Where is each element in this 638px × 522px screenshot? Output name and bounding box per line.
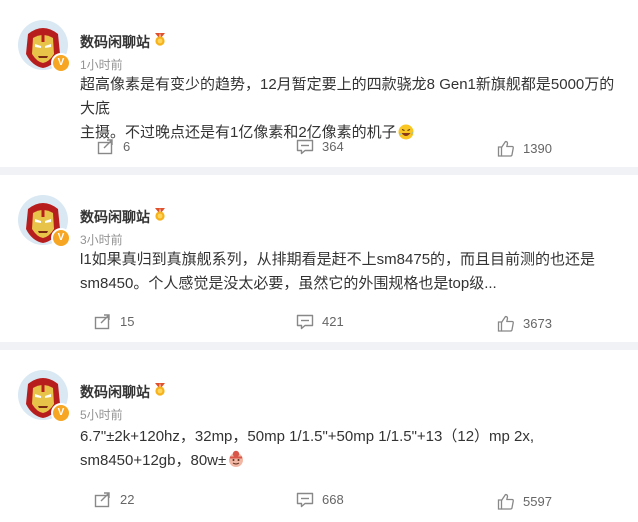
medal-icon [155, 33, 165, 46]
content-line: 6.7"±2k+120hz，32mp，50mp 1/1.5"+50mp 1/1.… [80, 428, 535, 445]
verified-badge-icon: V [51, 403, 71, 423]
post-content: 6.7"±2k+120hz，32mp，50mp 1/1.5"+50mp 1/1.… [80, 425, 620, 473]
share-button[interactable]: 15 [94, 313, 134, 330]
post-time[interactable]: 3小时前 [80, 231, 123, 248]
post-card: V 数码闲聊站 3小时前 l1如果真归到真旗舰系列，从排期看是赶不上sm8475… [0, 175, 638, 342]
post-content: l1如果真归到真旗舰系列，从排期看是赶不上sm8475的，而且目前测的也还是 s… [80, 248, 620, 296]
comment-count: 364 [322, 139, 344, 154]
like-count: 1390 [523, 141, 552, 156]
author-name[interactable]: 数码闲聊站 [80, 382, 150, 402]
post-card: V 数码闲聊站 5小时前 6.7"±2k+120hz，32mp，50mp 1/1… [0, 350, 638, 522]
like-button[interactable]: 3673 [497, 315, 552, 332]
share-button[interactable]: 6 [97, 138, 130, 155]
post-time[interactable]: 1小时前 [80, 56, 123, 73]
comment-button[interactable]: 668 [296, 491, 344, 508]
content-line: sm8450。个人感觉是没太必要，虽然它的外围规格也是top级... [80, 275, 497, 292]
medal-icon [155, 383, 165, 396]
post-content: 超高像素是有变少的趋势，12月暂定要上的四款骁龙8 Gen1新旗舰都是5000万… [80, 73, 620, 145]
comment-count: 421 [322, 314, 344, 329]
laughing-tears-icon [398, 124, 414, 140]
content-line: sm8450+12gb，80w± [80, 449, 620, 473]
post-time[interactable]: 5小时前 [80, 406, 123, 423]
comment-icon [296, 492, 314, 508]
like-icon [497, 140, 514, 157]
like-button[interactable]: 1390 [497, 140, 552, 157]
share-count: 22 [120, 492, 135, 507]
share-count: 6 [123, 139, 131, 154]
share-button[interactable]: 22 [94, 491, 134, 508]
verified-badge-icon: V [51, 53, 71, 73]
share-icon [94, 313, 112, 330]
comment-count: 668 [322, 492, 344, 507]
face-emoji-icon [229, 450, 244, 467]
share-count: 15 [120, 314, 135, 329]
medal-icon [155, 208, 165, 221]
comment-button[interactable]: 421 [296, 313, 344, 330]
author-name[interactable]: 数码闲聊站 [80, 32, 150, 52]
share-icon [97, 138, 115, 155]
content-line: 超高像素是有变少的趋势，12月暂定要上的四款骁龙8 Gen1新旗舰都是5000万… [80, 76, 615, 117]
comment-icon [296, 314, 314, 330]
like-icon [497, 315, 514, 332]
verified-badge-icon: V [51, 228, 71, 248]
like-count: 5597 [523, 494, 552, 509]
like-button[interactable]: 5597 [497, 493, 552, 510]
comment-button[interactable]: 364 [296, 138, 344, 155]
share-icon [94, 491, 112, 508]
post-card: V 数码闲聊站 1小时前 超高像素是有变少的趋势，12月暂定要上的四款骁龙8 G… [0, 0, 638, 167]
author-name[interactable]: 数码闲聊站 [80, 207, 150, 227]
like-count: 3673 [523, 316, 552, 331]
like-icon [497, 493, 514, 510]
content-line: l1如果真归到真旗舰系列，从排期看是赶不上sm8475的，而且目前测的也还是 [80, 251, 596, 268]
comment-icon [296, 139, 314, 155]
